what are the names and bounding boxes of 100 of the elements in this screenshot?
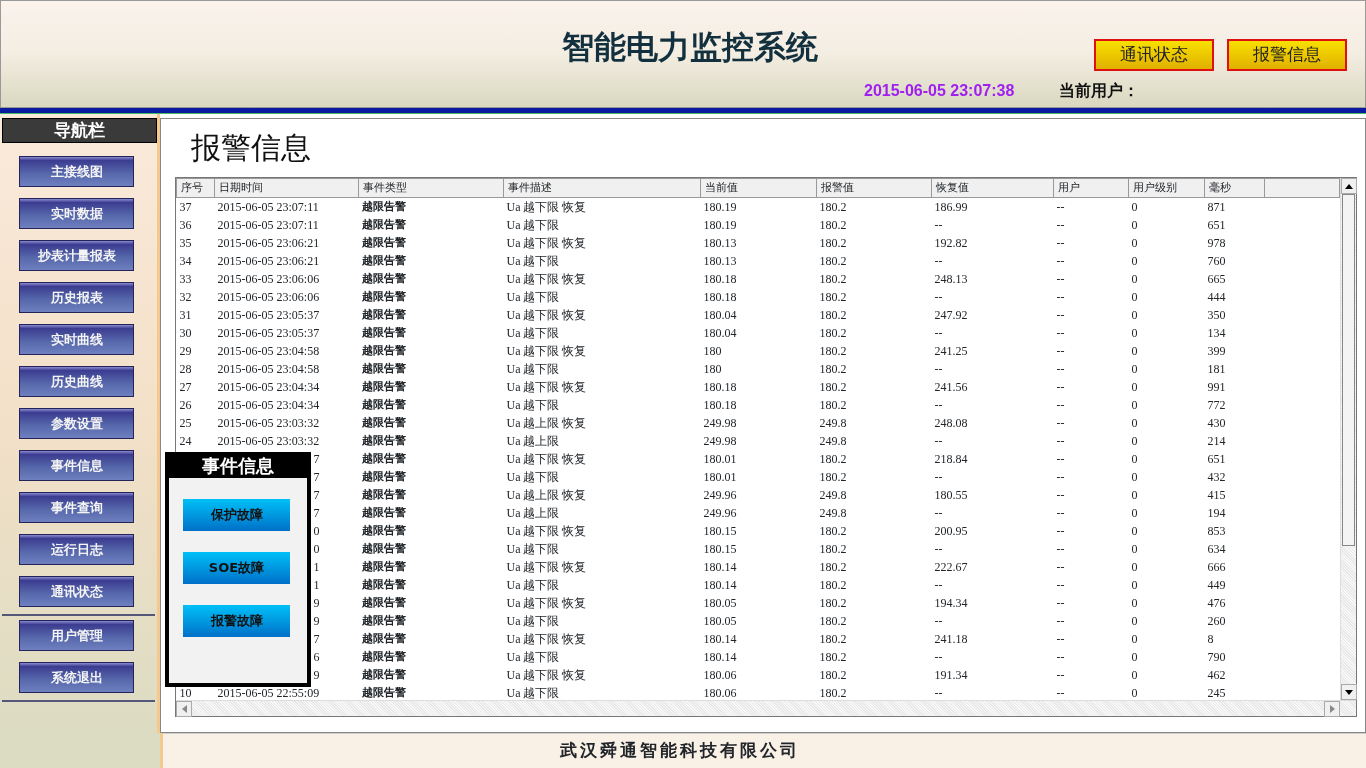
- table-cell: 991: [1207, 380, 1226, 394]
- nav-button[interactable]: 事件信息: [19, 450, 134, 481]
- fault-button[interactable]: 报警故障: [183, 605, 290, 637]
- table-cell: 180.05: [703, 614, 737, 628]
- table-cell: 越限告警: [361, 415, 406, 429]
- table-cell: 248.08: [934, 416, 968, 430]
- nav-button[interactable]: 用户管理: [19, 620, 134, 651]
- table-cell-text: 0: [313, 523, 320, 540]
- table-cell: --: [934, 290, 943, 304]
- column-header[interactable]: 用户: [1053, 178, 1129, 198]
- scroll-up-button[interactable]: [1341, 178, 1357, 194]
- table-cell: --: [1056, 398, 1065, 412]
- table-cell: 241.56: [934, 380, 968, 394]
- table-cell: Ua 越下限: [506, 326, 560, 340]
- table-cell: Ua 越下限 恢复: [506, 632, 587, 646]
- table-cell: 192.82: [934, 236, 968, 250]
- table-cell: 越限告警: [361, 235, 406, 249]
- table-cell: 2015-06-05 23:04:34: [217, 398, 320, 412]
- table-cell: --: [1056, 344, 1065, 358]
- table-cell-text: 7: [313, 505, 320, 522]
- nav-button[interactable]: 抄表计量报表: [19, 240, 134, 271]
- column-header[interactable]: 用户级别: [1128, 178, 1205, 198]
- column-header[interactable]: 日期时间: [214, 178, 359, 198]
- header-button[interactable]: 通讯状态: [1094, 39, 1214, 71]
- table-cell: Ua 越下限: [506, 578, 560, 592]
- table-cell: Ua 越下限: [506, 290, 560, 304]
- table-cell: 180.2: [819, 290, 847, 304]
- header-button[interactable]: 报警信息: [1227, 39, 1347, 71]
- nav-button[interactable]: 历史报表: [19, 282, 134, 313]
- table-cell: 180.04: [703, 308, 737, 322]
- table-cell: 180.2: [819, 650, 847, 664]
- table-cell: 634: [1207, 542, 1226, 556]
- table-cell: 180.15: [703, 542, 737, 556]
- scroll-down-button[interactable]: [1341, 684, 1357, 700]
- table-cell: --: [934, 506, 943, 520]
- table-cell-text: 7: [313, 451, 320, 468]
- nav-button[interactable]: 主接线图: [19, 156, 134, 187]
- table-cell: 0: [1131, 614, 1138, 628]
- nav-button[interactable]: 历史曲线: [19, 366, 134, 397]
- nav-button[interactable]: 系统退出: [19, 662, 134, 693]
- column-header[interactable]: 毫秒: [1204, 178, 1265, 198]
- table-cell-text: 9: [313, 667, 320, 684]
- table-cell: 越限告警: [361, 631, 406, 645]
- table-cell: --: [934, 542, 943, 556]
- table-cell: --: [1056, 686, 1065, 700]
- fault-button[interactable]: SOE故障: [183, 552, 290, 584]
- nav-button[interactable]: 通讯状态: [19, 576, 134, 607]
- table-cell: --: [1056, 650, 1065, 664]
- column-header[interactable]: 事件描述: [503, 178, 701, 198]
- company-name: 武汉舜通智能科技有限公司: [163, 733, 1366, 768]
- table-cell: 越限告警: [361, 271, 406, 285]
- table-cell: 2015-06-05 23:07:11: [217, 218, 319, 232]
- nav-button[interactable]: 运行日志: [19, 534, 134, 565]
- table-cell: 978: [1207, 236, 1226, 250]
- table-cell: 0: [1131, 254, 1138, 268]
- horizontal-scrollbar[interactable]: [176, 700, 1356, 716]
- table-cell: 2015-06-05 23:04:34: [217, 380, 320, 394]
- table-cell: 越限告警: [361, 379, 406, 393]
- table-cell: 222.67: [934, 560, 968, 574]
- table-cell: Ua 越下限 恢复: [506, 200, 587, 214]
- table-cell: 越限告警: [361, 505, 406, 519]
- nav-button[interactable]: 实时曲线: [19, 324, 134, 355]
- scroll-thumb[interactable]: [1342, 194, 1355, 546]
- nav-button[interactable]: 实时数据: [19, 198, 134, 229]
- table-cell: 180.2: [819, 524, 847, 538]
- vertical-scrollbar[interactable]: [1340, 178, 1356, 700]
- scroll-left-button[interactable]: [176, 701, 192, 717]
- table-cell: Ua 越上限: [506, 506, 560, 520]
- table-cell: 180.2: [819, 200, 847, 214]
- table-cell: 651: [1207, 452, 1226, 466]
- column-header[interactable]: 报警值: [816, 178, 932, 198]
- column-header[interactable]: 序号: [176, 178, 215, 198]
- table-cell: 36: [179, 218, 192, 232]
- table-cell: 2015-06-05 23:06:06: [217, 272, 320, 286]
- table-cell: 245: [1207, 686, 1226, 700]
- table-cell: 180.2: [819, 326, 847, 340]
- table-cell: 0: [1131, 596, 1138, 610]
- column-header[interactable]: 当前值: [700, 178, 817, 198]
- table-cell: Ua 越下限 恢复: [506, 596, 587, 610]
- nav-button[interactable]: 参数设置: [19, 408, 134, 439]
- table-cell: Ua 越下限 恢复: [506, 524, 587, 538]
- column-header[interactable]: 事件类型: [358, 178, 504, 198]
- table-cell: 2015-06-05 23:03:32: [217, 434, 320, 448]
- table-cell-text: 0: [313, 541, 320, 558]
- table-cell: --: [1056, 578, 1065, 592]
- table-cell: 30: [179, 326, 192, 340]
- column-header[interactable]: 恢复值: [931, 178, 1054, 198]
- table-cell: 444: [1207, 290, 1226, 304]
- fault-button[interactable]: 保护故障: [183, 499, 290, 531]
- nav-button[interactable]: 事件查询: [19, 492, 134, 523]
- table-cell-text: 7: [313, 631, 320, 648]
- table-cell: 越限告警: [361, 451, 406, 465]
- table-cell: 10: [179, 686, 192, 700]
- table-cell: 853: [1207, 524, 1226, 538]
- table-cell: 2015-06-05 23:04:58: [217, 344, 320, 358]
- table-cell: 0: [1131, 686, 1138, 700]
- table-cell: 180.2: [819, 308, 847, 322]
- table-cell: 0: [1131, 506, 1138, 520]
- table-cell: 0: [1131, 632, 1138, 646]
- table-cell: 2015-06-05 23:04:58: [217, 362, 320, 376]
